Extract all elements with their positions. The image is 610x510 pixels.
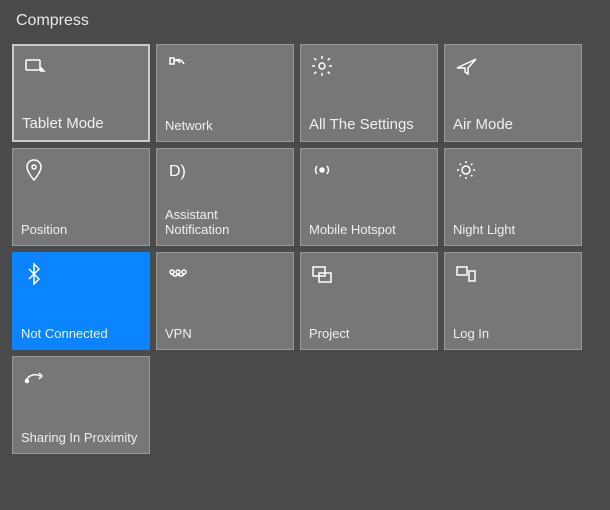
tile-settings[interactable]: All The Settings bbox=[300, 44, 438, 142]
tile-label: VPN bbox=[165, 327, 285, 341]
project-icon bbox=[309, 261, 335, 287]
svg-text:D): D) bbox=[169, 163, 186, 180]
tile-label: Tablet Mode bbox=[22, 116, 140, 133]
tile-night-light[interactable]: Night Light bbox=[444, 148, 582, 246]
bluetooth-icon bbox=[21, 261, 47, 287]
tile-label: Log In bbox=[453, 327, 573, 341]
tile-project[interactable]: Project bbox=[300, 252, 438, 350]
sun-icon bbox=[453, 157, 479, 183]
tile-label: Position bbox=[21, 223, 141, 237]
hotspot-icon bbox=[309, 157, 335, 183]
vpn-icon bbox=[165, 261, 191, 287]
tile-tablet-mode[interactable]: Tablet Mode bbox=[12, 44, 150, 142]
tile-label: All The Settings bbox=[309, 117, 429, 134]
tile-label: Night Light bbox=[453, 223, 573, 237]
tile-label: Air Mode bbox=[453, 117, 573, 134]
airplane-icon bbox=[453, 53, 479, 79]
tile-mobile-hotspot[interactable]: Mobile Hotspot bbox=[300, 148, 438, 246]
tile-label: Mobile Hotspot bbox=[309, 223, 429, 237]
tile-label: Assistant Notification bbox=[165, 208, 285, 237]
sharing-icon bbox=[21, 365, 47, 391]
tile-label: Sharing In Proximity bbox=[21, 431, 141, 445]
tile-airplane-mode[interactable]: Air Mode bbox=[444, 44, 582, 142]
connect-icon bbox=[453, 261, 479, 287]
tile-bluetooth[interactable]: Not Connected bbox=[12, 252, 150, 350]
moon-icon: D) bbox=[165, 157, 191, 183]
tile-label-group: Assistant Notification bbox=[165, 208, 285, 237]
tile-label: Network bbox=[165, 119, 285, 133]
tile-focus-assist[interactable]: D) Assistant Notification bbox=[156, 148, 294, 246]
tile-label: Not Connected bbox=[21, 327, 141, 341]
tile-vpn[interactable]: VPN bbox=[156, 252, 294, 350]
quick-action-tiles: Tablet Mode Network All The Settings Air… bbox=[12, 44, 598, 454]
gear-icon bbox=[309, 53, 335, 79]
wifi-icon bbox=[165, 53, 191, 79]
tile-nearby-sharing[interactable]: Sharing In Proximity bbox=[12, 356, 150, 454]
tile-location[interactable]: Position bbox=[12, 148, 150, 246]
tile-connect[interactable]: Log In bbox=[444, 252, 582, 350]
tablet-mode-icon bbox=[22, 54, 48, 80]
tile-label: Project bbox=[309, 327, 429, 341]
tile-network[interactable]: Network bbox=[156, 44, 294, 142]
location-icon bbox=[21, 157, 47, 183]
panel-header: Compress bbox=[12, 12, 598, 30]
